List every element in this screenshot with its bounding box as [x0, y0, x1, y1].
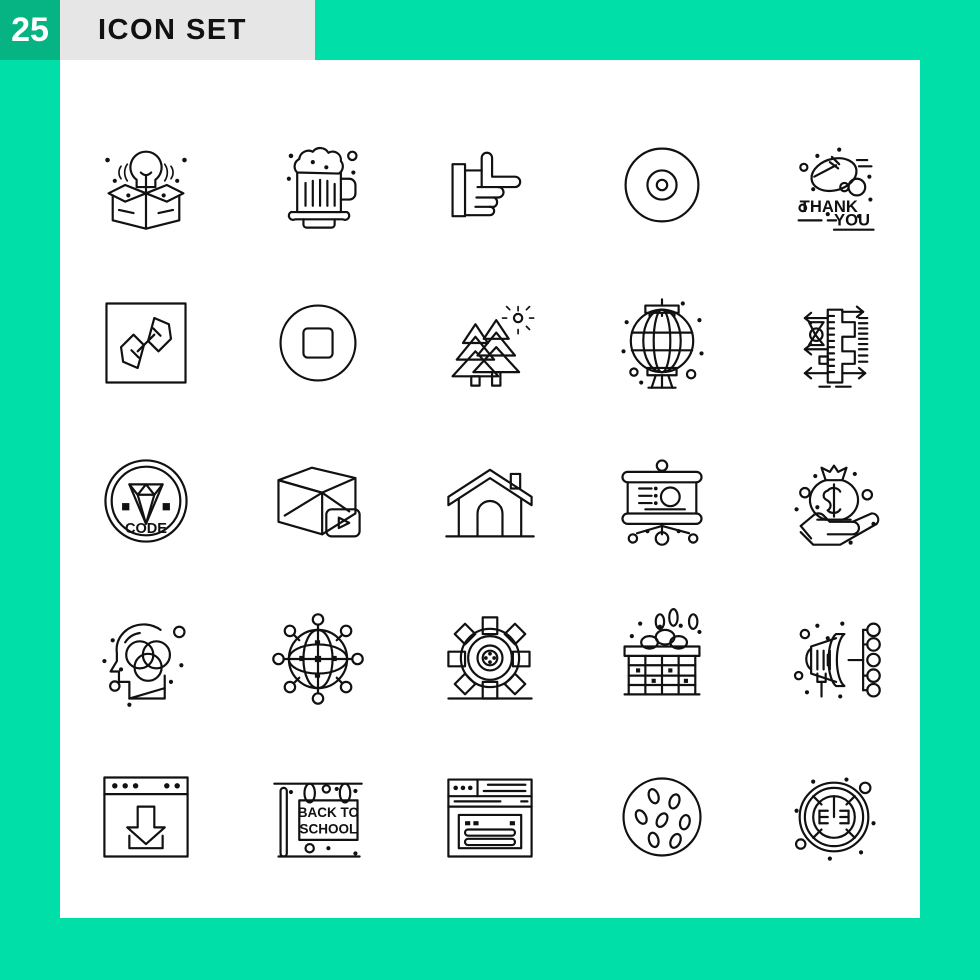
pointing-hand-icon	[451, 151, 522, 218]
icon-cell-13[interactable]	[404, 422, 576, 580]
money-bag-hand-icon	[794, 464, 880, 546]
compact-disc-icon	[624, 147, 700, 223]
icon-cell-25[interactable]	[748, 738, 920, 896]
icon-cell-19[interactable]	[576, 580, 748, 738]
megaphone-marketing-icon	[793, 621, 881, 699]
icon-cell-15[interactable]	[748, 422, 920, 580]
cookie-biscuit-icon	[622, 777, 702, 857]
forest-trees-icon	[451, 305, 535, 387]
icon-cell-3[interactable]	[404, 106, 576, 264]
page-title: ICON SET	[98, 13, 247, 46]
back-to-school-sign-icon: BACK TO SCHOOL	[273, 782, 363, 858]
caliper-measure-icon	[803, 305, 869, 388]
browser-form-page-icon	[447, 778, 533, 858]
code-diamond-badge-icon: CODE	[104, 459, 188, 543]
icon-cell-24[interactable]	[576, 738, 748, 896]
icon-cell-10[interactable]	[748, 264, 920, 422]
title-band: ICON SET	[60, 0, 315, 60]
school-sign-line2: SCHOOL	[299, 822, 357, 837]
icon-cell-16[interactable]	[60, 580, 232, 738]
safe-vault-dial-icon	[794, 777, 876, 861]
cube-video-play-icon	[277, 466, 361, 538]
icon-cell-1[interactable]	[60, 106, 232, 264]
thank-you-line2: YOU	[834, 211, 870, 230]
gear-settings-icon	[447, 616, 533, 700]
icon-cell-2[interactable]	[232, 106, 404, 264]
icon-cell-9[interactable]	[576, 264, 748, 422]
icon-cell-17[interactable]	[232, 580, 404, 738]
egg-basket-crate-icon	[623, 608, 702, 696]
poster-header: 25 ICON SET	[0, 0, 315, 60]
chinese-lantern-icon	[621, 298, 704, 389]
icon-cell-6[interactable]	[60, 264, 232, 422]
icon-cell-4[interactable]	[576, 106, 748, 264]
beer-mug-icon	[286, 146, 358, 229]
icon-set-poster: 25 ICON SET THANK YOU CODE BACK TO SCHOO…	[0, 0, 980, 980]
icon-cell-8[interactable]	[404, 264, 576, 422]
link-square-icon	[105, 302, 187, 384]
home-house-icon	[445, 468, 535, 538]
icon-cell-11[interactable]: CODE	[60, 422, 232, 580]
browser-download-icon	[103, 776, 189, 858]
head-thinking-circles-icon	[102, 623, 186, 707]
icon-cell-22[interactable]: BACK TO SCHOOL	[232, 738, 404, 896]
icon-cell-20[interactable]	[748, 580, 920, 738]
icon-panel: THANK YOU CODE BACK TO SCHOOL	[60, 60, 920, 918]
icon-grid: THANK YOU CODE BACK TO SCHOOL	[60, 106, 920, 896]
icon-cell-21[interactable]	[60, 738, 232, 896]
school-sign-line1: BACK TO	[298, 805, 359, 820]
icon-cell-12[interactable]	[232, 422, 404, 580]
icon-cell-23[interactable]	[404, 738, 576, 896]
thank-you-card-icon: THANK YOU	[797, 147, 875, 231]
icon-count-badge: 25	[0, 0, 60, 60]
icon-cell-7[interactable]	[232, 264, 404, 422]
icon-cell-14[interactable]	[576, 422, 748, 580]
code-badge-text: CODE	[125, 521, 167, 537]
icon-cell-18[interactable]	[404, 580, 576, 738]
stop-button-icon	[279, 304, 357, 382]
icon-cell-5[interactable]: THANK YOU	[748, 106, 920, 264]
idea-box-lightbulb-icon	[105, 150, 187, 230]
global-network-icon	[272, 613, 364, 705]
presentation-board-icon	[621, 459, 703, 546]
